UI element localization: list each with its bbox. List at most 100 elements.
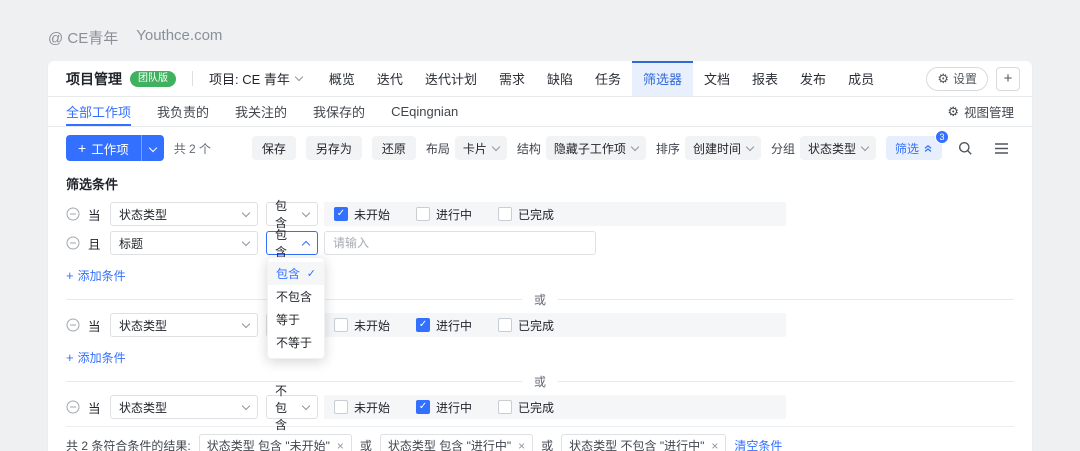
filter-chip-text: 状态类型 包含 "进行中" — [388, 437, 511, 451]
summary-or-label: 或 — [360, 437, 372, 451]
gear-icon: ⚙ — [947, 105, 959, 118]
filter-summary: 共 2 条符合条件的结果: 状态类型 包含 "未开始" × 或 状态类型 包含 … — [66, 426, 1014, 451]
nav-item-filter[interactable]: 筛选器 — [632, 61, 693, 96]
save-button[interactable]: 保存 — [252, 136, 296, 160]
chevron-down-icon — [302, 401, 310, 409]
remove-condition-button[interactable] — [66, 318, 80, 332]
sort-select[interactable]: 创建时间 — [685, 136, 761, 160]
plus-icon: + — [78, 140, 86, 156]
nav-item-iteration[interactable]: 迭代 — [366, 61, 414, 96]
search-button[interactable] — [952, 135, 978, 161]
status-options-strip: 未开始 进行中 已完成 — [324, 313, 786, 337]
project-select-label: 项目: CE 青年 — [209, 69, 290, 88]
settings-button[interactable]: ⚙ 设置 — [926, 67, 988, 91]
operator-select[interactable]: 包含 — [266, 202, 318, 226]
filter-toggle-button[interactable]: 筛选 3 — [886, 136, 942, 160]
checkbox-done[interactable]: 已完成 — [498, 317, 554, 334]
plus-icon: + — [1004, 70, 1013, 87]
edition-badge: 团队版 — [130, 71, 176, 87]
restore-button[interactable]: 还原 — [372, 136, 416, 160]
field-select[interactable]: 状态类型 — [110, 202, 258, 226]
nav-item-release[interactable]: 发布 — [789, 61, 837, 96]
group-select[interactable]: 状态类型 — [800, 136, 876, 160]
dropdown-option-equals[interactable]: 等于 — [268, 308, 324, 331]
checkbox-in-progress[interactable]: 进行中 — [416, 317, 472, 334]
close-icon[interactable]: × — [337, 440, 344, 451]
clear-conditions-link[interactable]: 清空条件 — [734, 437, 782, 451]
create-work-item-label: 工作项 — [91, 139, 129, 158]
operator-select-open[interactable]: 包含 包含 ✓ 不包含 等于 不等于 — [266, 231, 318, 255]
search-icon — [958, 141, 973, 156]
close-icon[interactable]: × — [711, 440, 718, 451]
close-icon[interactable]: × — [518, 440, 525, 451]
conjunction-label: 当 — [88, 398, 102, 417]
create-work-item-dropdown[interactable] — [141, 135, 164, 161]
nav-item-task[interactable]: 任务 — [584, 61, 632, 96]
checkbox-in-progress[interactable]: 进行中 — [416, 206, 472, 223]
field-select[interactable]: 状态类型 — [110, 313, 258, 337]
field-select[interactable]: 状态类型 — [110, 395, 258, 419]
chevron-down-icon — [631, 142, 639, 150]
sort-value: 创建时间 — [693, 140, 741, 157]
nav-item-requirement[interactable]: 需求 — [488, 61, 536, 96]
nav-item-overview[interactable]: 概览 — [318, 61, 366, 96]
tab-followed[interactable]: 我关注的 — [235, 97, 287, 126]
checkbox-label: 已完成 — [518, 206, 554, 223]
project-select[interactable]: 项目: CE 青年 — [209, 69, 302, 88]
sort-group: 排序 创建时间 — [656, 136, 761, 160]
divider — [192, 71, 193, 86]
tab-all-work-items[interactable]: 全部工作项 — [66, 97, 131, 126]
condition-row: 当 状态类型 包含 未开始 进行中 已完成 — [66, 202, 1014, 226]
add-project-button[interactable]: + — [996, 67, 1020, 91]
checkbox-done[interactable]: 已完成 — [498, 206, 554, 223]
or-label: 或 — [534, 291, 546, 308]
minus-circle-icon — [66, 236, 80, 250]
dropdown-option-contains[interactable]: 包含 ✓ — [268, 262, 324, 285]
nav-item-docs[interactable]: 文档 — [693, 61, 741, 96]
view-tabs: 全部工作项 我负责的 我关注的 我保存的 CEqingnian ⚙ 视图管理 — [48, 97, 1032, 127]
field-select[interactable]: 标题 — [110, 231, 258, 255]
operator-select[interactable]: 不包含 — [266, 395, 318, 419]
remove-condition-button[interactable] — [66, 236, 80, 250]
filter-chip: 状态类型 不包含 "进行中" × — [561, 434, 726, 451]
layout-select[interactable]: 卡片 — [455, 136, 507, 160]
create-work-item-main[interactable]: + 工作项 — [66, 135, 141, 161]
sort-label: 排序 — [656, 140, 680, 157]
nav-item-iteration-plan[interactable]: 迭代计划 — [414, 61, 488, 96]
add-condition-button[interactable]: + 添加条件 — [66, 349, 126, 366]
remove-condition-button[interactable] — [66, 207, 80, 221]
gear-icon: ⚙ — [937, 72, 949, 85]
tab-assigned-to-me[interactable]: 我负责的 — [157, 97, 209, 126]
layout-label: 布局 — [426, 140, 450, 157]
remove-condition-button[interactable] — [66, 400, 80, 414]
nav-bar: 项目管理 团队版 项目: CE 青年 概览 迭代 迭代计划 需求 缺陷 任务 筛… — [48, 61, 1032, 97]
group-label: 分组 — [771, 140, 795, 157]
view-manage-button[interactable]: ⚙ 视图管理 — [947, 97, 1014, 126]
structure-select[interactable]: 隐藏子工作项 — [546, 136, 646, 160]
tab-saved[interactable]: 我保存的 — [313, 97, 365, 126]
checkbox-not-started[interactable]: 未开始 — [334, 399, 390, 416]
checkbox-not-started[interactable]: 未开始 — [334, 317, 390, 334]
view-list-icon — [994, 142, 1009, 155]
list-view-button[interactable] — [988, 135, 1014, 161]
create-work-item-button[interactable]: + 工作项 — [66, 135, 164, 161]
checkbox-in-progress[interactable]: 进行中 — [416, 399, 472, 416]
checkbox-done[interactable]: 已完成 — [498, 399, 554, 416]
tab-ceqingnian[interactable]: CEqingnian — [391, 97, 458, 126]
layout-value: 卡片 — [463, 140, 487, 157]
dropdown-option-not-equals[interactable]: 不等于 — [268, 331, 324, 354]
add-condition-label: 添加条件 — [78, 349, 126, 366]
nav-item-defect[interactable]: 缺陷 — [536, 61, 584, 96]
structure-value: 隐藏子工作项 — [554, 140, 626, 157]
dropdown-option-not-contains[interactable]: 不包含 — [268, 285, 324, 308]
add-condition-button[interactable]: + 添加条件 — [66, 267, 126, 284]
chevron-down-icon — [242, 319, 250, 327]
condition-value-input[interactable] — [324, 231, 596, 255]
plus-icon: + — [66, 350, 74, 365]
nav-item-report[interactable]: 报表 — [741, 61, 789, 96]
nav-item-members[interactable]: 成员 — [837, 61, 885, 96]
save-as-button[interactable]: 另存为 — [306, 136, 362, 160]
minus-circle-icon — [66, 400, 80, 414]
status-options-strip: 未开始 进行中 已完成 — [324, 202, 786, 226]
checkbox-not-started[interactable]: 未开始 — [334, 206, 390, 223]
